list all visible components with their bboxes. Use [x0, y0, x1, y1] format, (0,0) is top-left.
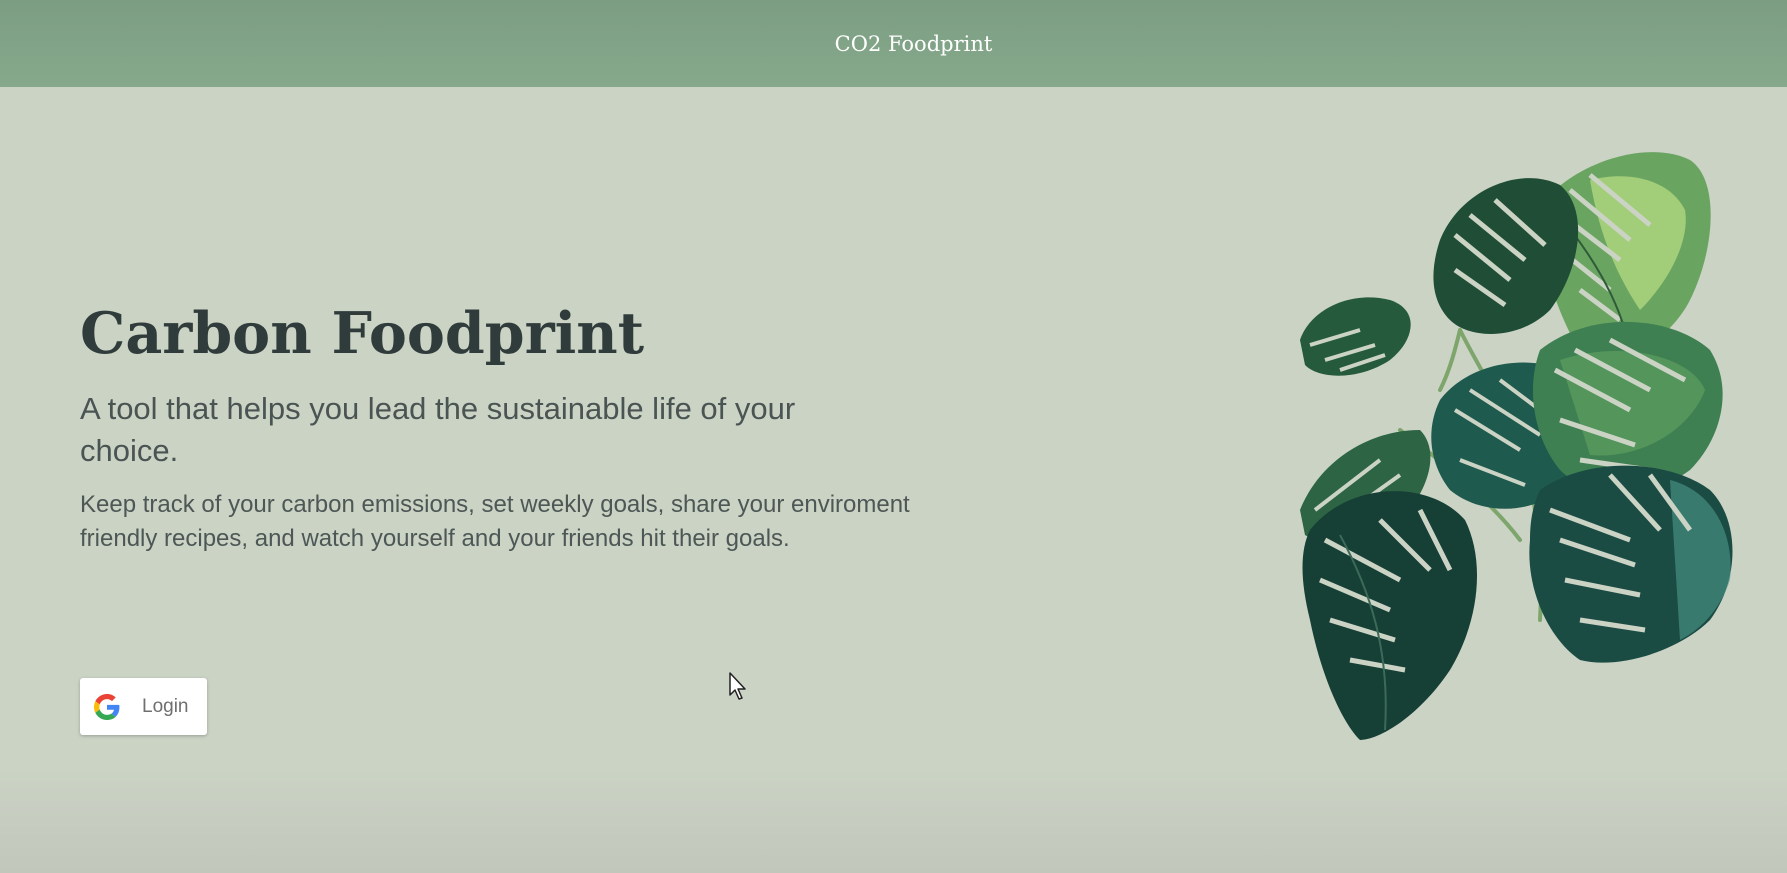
monstera-plant-illustration	[1300, 152, 1733, 740]
login-label: Login	[142, 695, 189, 717]
hero-description: Keep track of your carbon emissions, set…	[80, 491, 910, 553]
hero-section: Carbon Foodprint A tool that helps you l…	[80, 300, 940, 556]
leaf-bottom-left	[1302, 491, 1477, 740]
hero-subtitle: A tool that helps you lead the sustainab…	[80, 391, 796, 469]
google-login-button[interactable]: Login	[80, 678, 207, 735]
top-navbar: CO2 Foodprint	[0, 0, 1787, 87]
google-icon	[94, 693, 120, 720]
app-title[interactable]: CO2 Foodprint	[835, 32, 993, 56]
leaf-top-left	[1433, 178, 1579, 334]
leaf-bottom-right	[1529, 465, 1733, 663]
leaf-small-left	[1300, 297, 1411, 376]
mouse-cursor-icon	[729, 672, 746, 700]
hero-title: Carbon Foodprint	[80, 300, 645, 367]
